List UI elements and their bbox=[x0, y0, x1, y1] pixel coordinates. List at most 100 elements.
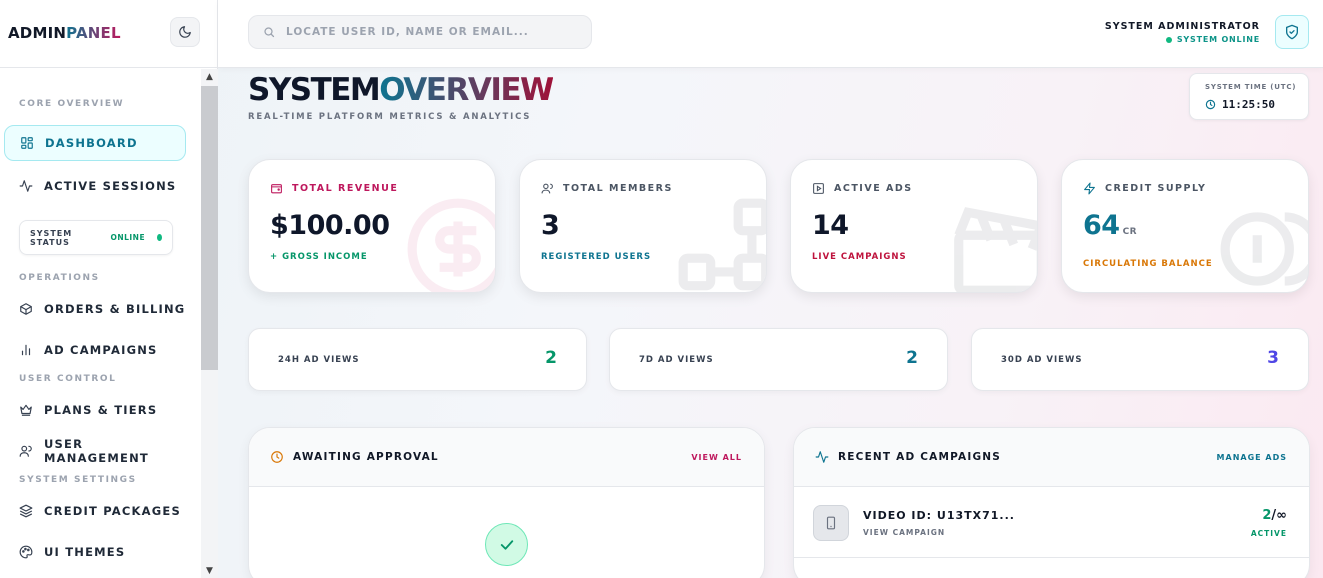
search-input[interactable] bbox=[286, 26, 566, 38]
view-all-link[interactable]: VIEW ALL bbox=[691, 453, 742, 462]
stat-value-text: 3 bbox=[541, 210, 560, 241]
online-dot-icon bbox=[1165, 36, 1172, 43]
sidebar-nav: CORE OVERVIEW DASHBOARD ACTIVE SESSIONS … bbox=[0, 69, 201, 578]
stat-sub: LIVE CAMPAIGNS bbox=[812, 252, 907, 262]
users-icon bbox=[541, 183, 553, 194]
sidebar: ADMINPANEL CORE OVERVIEW DASHBOARD ACTIV… bbox=[0, 0, 218, 578]
awaiting-approval-panel: AWAITING APPROVAL VIEW ALL bbox=[248, 427, 765, 578]
clock-icon bbox=[1205, 99, 1216, 110]
system-status-box: SYSTEM STATUS ONLINE bbox=[19, 220, 173, 255]
stat-value: 64 CR bbox=[1083, 210, 1137, 241]
sidebar-scrollbar[interactable]: ▲ ▼ bbox=[201, 69, 218, 578]
wallet-icon bbox=[271, 184, 282, 194]
sidebar-item-label: USER MANAGEMENT bbox=[44, 437, 149, 465]
brand-logo[interactable]: ADMINPANEL bbox=[8, 24, 121, 42]
clock-icon bbox=[271, 451, 283, 463]
campaign-row[interactable]: VIDEO ID: U13TX71... VIEW CAMPAIGN 2/∞ A… bbox=[794, 488, 1309, 558]
views-value: 2 bbox=[906, 348, 918, 368]
campaign-title: VIDEO ID: U13TX71... bbox=[863, 509, 1015, 522]
stat-header: TOTAL MEMBERS bbox=[541, 182, 673, 195]
system-status-value: ONLINE bbox=[110, 233, 146, 242]
stat-value: 14 bbox=[812, 210, 849, 241]
panel-title: RECENT AD CAMPAIGNS bbox=[815, 450, 1001, 464]
title-part1: SYSTEM bbox=[248, 72, 381, 108]
system-status-label: SYSTEM STATUS bbox=[30, 228, 73, 247]
sidebar-item-label: ORDERS & BILLING bbox=[44, 302, 186, 316]
sidebar-item-label: CREDIT PACKAGES bbox=[44, 504, 181, 518]
views-card-30d: 30D AD VIEWS 3 bbox=[971, 328, 1309, 391]
system-time-box: SYSTEM TIME (UTC) 11:25:50 bbox=[1189, 73, 1309, 120]
stat-sub: REGISTERED USERS bbox=[541, 252, 652, 262]
status-dot-icon bbox=[157, 234, 162, 241]
top-header: SYSTEM ADMINISTRATOR SYSTEM ONLINE bbox=[218, 0, 1323, 68]
stat-card-total-revenue[interactable]: TOTAL REVENUE $100.00 + GROSS INCOME bbox=[248, 159, 496, 293]
bar-chart-icon bbox=[21, 344, 31, 356]
stat-unit: CR bbox=[1122, 227, 1138, 237]
sidebar-item-plans-tiers[interactable]: PLANS & TIERS bbox=[4, 392, 186, 428]
page-title: SYSTEMOVERVIEW bbox=[248, 72, 554, 108]
stat-sub: CIRCULATING BALANCE bbox=[1083, 259, 1213, 269]
sidebar-item-ad-campaigns[interactable]: AD CAMPAIGNS bbox=[4, 332, 186, 368]
views-label: 30D AD VIEWS bbox=[1001, 355, 1083, 365]
layers-icon bbox=[19, 504, 33, 518]
campaign-count: 2/∞ bbox=[1262, 508, 1287, 523]
stat-sub: + GROSS INCOME bbox=[270, 252, 368, 262]
system-time-value: 11:25:50 bbox=[1205, 98, 1275, 111]
panel-header: AWAITING APPROVAL VIEW ALL bbox=[249, 428, 764, 487]
stat-card-total-members[interactable]: TOTAL MEMBERS 3 REGISTERED USERS bbox=[519, 159, 767, 293]
stat-label: ACTIVE ADS bbox=[834, 183, 913, 194]
user-status: SYSTEM ONLINE bbox=[1165, 35, 1260, 44]
box-icon bbox=[20, 303, 32, 315]
stat-value-text: 64 bbox=[1083, 210, 1120, 241]
admin-shield-button[interactable] bbox=[1275, 15, 1309, 49]
section-label-system-settings: SYSTEM SETTINGS bbox=[19, 475, 137, 485]
stat-label: TOTAL REVENUE bbox=[292, 183, 399, 194]
sidebar-item-ui-themes[interactable]: UI THEMES bbox=[4, 534, 186, 570]
stat-card-credit-supply[interactable]: CREDIT SUPPLY 64 CR CIRCULATING BALANCE bbox=[1061, 159, 1309, 293]
stat-label: CREDIT SUPPLY bbox=[1105, 183, 1207, 194]
panel-header: RECENT AD CAMPAIGNS MANAGE ADS bbox=[794, 428, 1309, 487]
sidebar-item-orders-billing[interactable]: ORDERS & BILLING bbox=[4, 291, 186, 327]
page-subtitle: REAL-TIME PLATFORM METRICS & ANALYTICS bbox=[248, 112, 532, 122]
sidebar-item-label: PLANS & TIERS bbox=[44, 403, 158, 417]
scroll-down-icon[interactable]: ▼ bbox=[201, 564, 218, 578]
stat-value: $100.00 bbox=[270, 210, 390, 241]
sidebar-item-active-sessions[interactable]: ACTIVE SESSIONS bbox=[4, 168, 186, 204]
sidebar-item-label: ACTIVE SESSIONS bbox=[44, 179, 177, 193]
sidebar-item-label: UI THEMES bbox=[44, 545, 126, 559]
section-label-core: CORE OVERVIEW bbox=[19, 99, 125, 109]
view-campaign-link[interactable]: VIEW CAMPAIGN bbox=[863, 528, 945, 537]
empty-state-check bbox=[485, 523, 528, 566]
search-box[interactable] bbox=[248, 15, 592, 49]
campaign-count-limit: ∞ bbox=[1276, 508, 1287, 523]
views-label: 24H AD VIEWS bbox=[278, 355, 360, 365]
scroll-up-icon[interactable]: ▲ bbox=[201, 70, 218, 84]
sidebar-item-label: AD CAMPAIGNS bbox=[44, 343, 158, 357]
brand-part2: PANEL bbox=[66, 24, 121, 42]
sidebar-item-label: DASHBOARD bbox=[45, 136, 138, 150]
views-value: 3 bbox=[1267, 348, 1279, 368]
panel-title: AWAITING APPROVAL bbox=[270, 450, 439, 464]
activity-icon bbox=[19, 180, 33, 192]
stat-header: ACTIVE ADS bbox=[812, 182, 913, 195]
zap-icon bbox=[1084, 182, 1095, 195]
users-icon bbox=[19, 445, 32, 457]
stat-value-text: 14 bbox=[812, 210, 849, 241]
scrollbar-thumb[interactable] bbox=[201, 86, 218, 370]
activity-icon bbox=[815, 451, 829, 463]
stat-label: TOTAL MEMBERS bbox=[563, 183, 673, 194]
stat-header: TOTAL REVENUE bbox=[270, 182, 398, 195]
sidebar-item-credit-packages[interactable]: CREDIT PACKAGES bbox=[4, 493, 186, 529]
stat-value: 3 bbox=[541, 210, 560, 241]
play-square-icon bbox=[813, 183, 824, 194]
palette-icon bbox=[19, 545, 33, 559]
manage-ads-link[interactable]: MANAGE ADS bbox=[1217, 453, 1287, 462]
section-label-operations: OPERATIONS bbox=[19, 273, 100, 283]
campaign-thumbnail bbox=[813, 505, 849, 541]
stat-card-active-ads[interactable]: ACTIVE ADS 14 LIVE CAMPAIGNS bbox=[790, 159, 1038, 293]
sidebar-item-user-management[interactable]: USER MANAGEMENT bbox=[4, 433, 186, 469]
check-icon bbox=[500, 539, 513, 550]
theme-toggle-button[interactable] bbox=[170, 17, 200, 47]
system-time-text: 11:25:50 bbox=[1222, 98, 1275, 111]
sidebar-item-dashboard[interactable]: DASHBOARD bbox=[4, 125, 186, 161]
